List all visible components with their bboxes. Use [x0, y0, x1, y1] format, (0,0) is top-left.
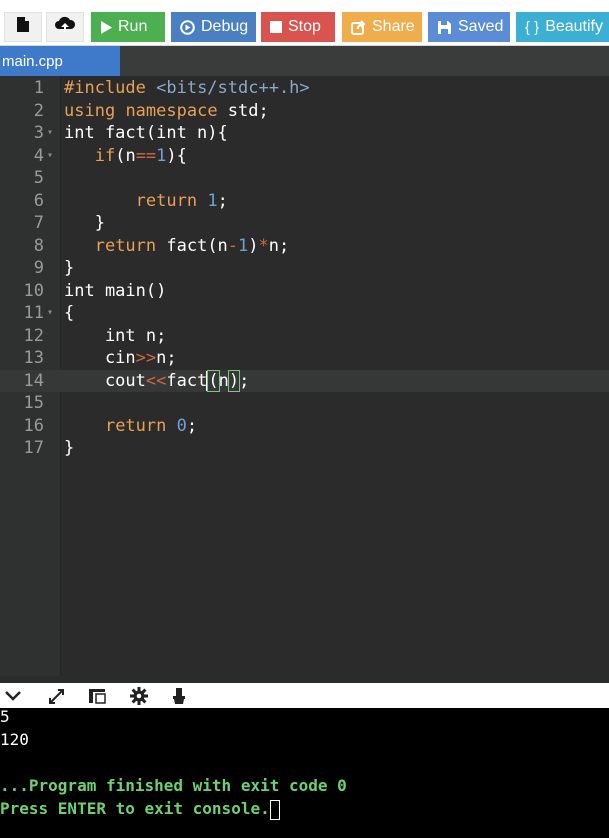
- code-text: if(n==1){: [94, 145, 187, 166]
- save-icon: [437, 20, 452, 35]
- line-number: 15: [23, 393, 44, 413]
- console-caret[interactable]: [269, 799, 280, 820]
- code-line[interactable]: 15: [0, 392, 609, 415]
- chevron-down-icon[interactable]: [4, 687, 22, 705]
- layout-icon[interactable]: [88, 687, 106, 705]
- code-line[interactable]: 11 ▾ {: [0, 302, 609, 325]
- code-line[interactable]: 17}: [0, 437, 609, 460]
- line-number: 6: [33, 190, 44, 211]
- code-text: {: [64, 303, 75, 323]
- code-line[interactable]: 1 #include <bits/stdc++.h>: [0, 77, 609, 100]
- code-text: }: [64, 258, 75, 278]
- tab-main-cpp[interactable]: main.cpp: [0, 46, 120, 76]
- share-label: Share: [372, 18, 415, 35]
- stop-button[interactable]: Stop: [261, 12, 335, 42]
- code-text: cout<<fact(n);: [64, 369, 250, 392]
- line-number: 13: [23, 348, 44, 368]
- line-number: 12: [23, 325, 44, 346]
- console-line: ...Program finished with exit code 0: [0, 776, 347, 795]
- line-number: 9: [33, 258, 44, 278]
- console-output[interactable]: 5 120 ...Program finished with exit code 0…: [0, 708, 609, 838]
- tab-label: main.cpp: [2, 52, 63, 70]
- code-text: }: [64, 213, 105, 233]
- code-line[interactable]: 6 return 1;: [0, 190, 609, 213]
- file-icon: [16, 16, 30, 38]
- code-line[interactable]: 12 int n;: [0, 325, 609, 348]
- play-icon: [100, 20, 112, 34]
- saved-button[interactable]: Saved: [428, 12, 510, 42]
- beautify-label: Beautify: [545, 18, 603, 35]
- code-line[interactable]: 16 return 0;: [0, 415, 609, 438]
- line-number: 16: [23, 415, 44, 436]
- share-icon: [351, 19, 366, 35]
- line-number: 7: [33, 213, 44, 233]
- code-text: return fact(n-1)*n;: [94, 235, 290, 256]
- code-line[interactable]: 2 using namespace std;: [0, 100, 609, 123]
- line-number: 2: [33, 100, 44, 121]
- toolbar: Run Debug Stop Share Saved { } Beautify: [0, 0, 609, 46]
- line-number: 14: [23, 370, 44, 391]
- line-number: 4: [33, 145, 44, 166]
- fold-arrow-icon[interactable]: ▾: [47, 302, 57, 325]
- console-toolbar: [0, 683, 609, 708]
- upload-button[interactable]: [46, 12, 84, 42]
- line-number: 17: [23, 438, 44, 458]
- code-line[interactable]: 14 cout<<fact(n);: [0, 369, 609, 392]
- code-text: cin>>n;: [64, 348, 177, 368]
- code-line[interactable]: 13 cin>>n;: [0, 347, 609, 370]
- code-line[interactable]: 3 ▾ int fact(int n){: [0, 122, 609, 145]
- debug-button[interactable]: Debug: [171, 12, 256, 42]
- new-file-button[interactable]: [4, 12, 42, 42]
- console-line: 120: [0, 730, 29, 749]
- console-line: 5: [0, 708, 10, 726]
- line-number: 11: [23, 303, 44, 323]
- line-number: 3: [33, 123, 44, 143]
- cloud-upload-icon: [54, 16, 76, 39]
- clear-console-icon[interactable]: [170, 687, 188, 705]
- run-button[interactable]: Run: [91, 12, 165, 42]
- code-text: #include <bits/stdc++.h>: [64, 78, 310, 98]
- line-number: 1: [33, 78, 44, 98]
- code-text: }: [64, 438, 75, 458]
- fold-arrow-icon[interactable]: ▾: [47, 122, 57, 145]
- code-line[interactable]: 9}: [0, 257, 609, 280]
- code-text: int fact(int n){: [64, 123, 228, 143]
- run-label: Run: [118, 18, 148, 35]
- file-tab-bar: main.cpp: [0, 46, 609, 76]
- code-text: return 0;: [104, 415, 198, 436]
- share-button[interactable]: Share: [342, 12, 422, 42]
- braces-icon: { }: [525, 18, 540, 36]
- code-line[interactable]: 10 int main(): [0, 280, 609, 303]
- beautify-button[interactable]: { } Beautify: [516, 12, 609, 42]
- saved-label: Saved: [458, 18, 504, 35]
- debug-label: Debug: [201, 18, 249, 35]
- line-number: 8: [33, 235, 44, 256]
- debug-icon: [180, 19, 195, 35]
- fold-arrow-icon[interactable]: ▾: [47, 145, 57, 168]
- console-line: Press ENTER to exit console.: [0, 799, 280, 820]
- stop-label: Stop: [288, 18, 321, 35]
- code-text: int n;: [64, 325, 167, 346]
- code-line[interactable]: 4 ▾ if(n==1){: [0, 145, 609, 168]
- code-text: using namespace std;: [64, 100, 269, 121]
- gear-icon[interactable]: [130, 687, 148, 705]
- code-text: return 1;: [135, 190, 228, 211]
- code-text: int main(): [64, 280, 167, 301]
- expand-icon[interactable]: [47, 687, 65, 705]
- code-line[interactable]: 7 }: [0, 212, 609, 235]
- code-line[interactable]: 5: [0, 167, 609, 190]
- code-line[interactable]: 8 return fact(n-1)*n;: [0, 235, 609, 258]
- stop-icon: [270, 21, 282, 33]
- code-editor[interactable]: 1 #include <bits/stdc++.h> 2 using namespac…: [0, 76, 609, 676]
- line-number: 10: [23, 280, 44, 301]
- line-number: 5: [33, 168, 44, 188]
